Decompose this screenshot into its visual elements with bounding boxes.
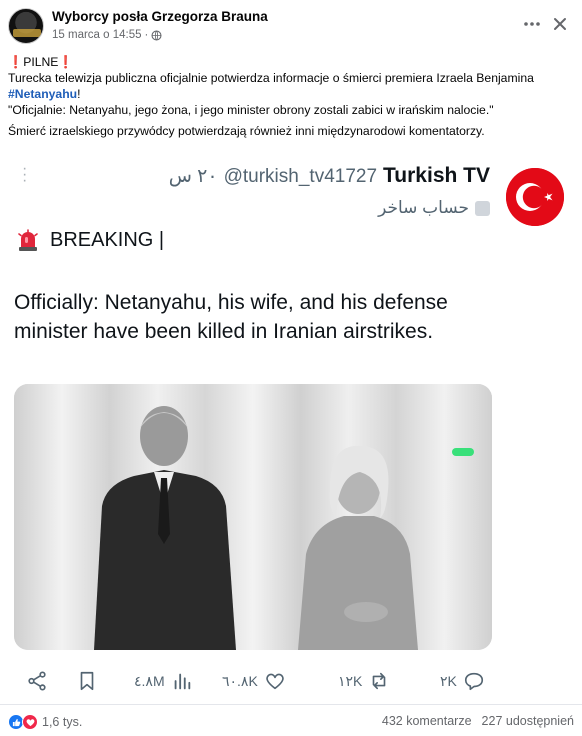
- bookmark-action[interactable]: [76, 670, 98, 692]
- urgent-label: PILNE: [23, 55, 59, 69]
- turkish-flag-icon: [506, 168, 564, 226]
- hashtag-suffix: !: [77, 87, 81, 101]
- tweet-user-line: ٢٠ س @turkish_tv41727 Turkish TV: [169, 164, 490, 188]
- page-avatar[interactable]: [8, 8, 44, 44]
- turkish-flag-avatar: [506, 168, 564, 226]
- post-header: Wyborcy posła Grzegorza Brauna 15 marca …: [8, 8, 574, 48]
- page-name[interactable]: Wyborcy posła Grzegorza Brauna: [52, 9, 268, 24]
- shares-link[interactable]: 227 udostępnień: [482, 714, 574, 728]
- exclamation-icon: ❗: [8, 55, 24, 69]
- photo-illustration: [14, 384, 492, 650]
- share-icon: [28, 671, 46, 691]
- urgent-line: ❗PILNE❗: [8, 54, 574, 70]
- likes-count: ٦٠.٨K: [222, 672, 258, 689]
- tweet-body: Officially: Netanyahu, his wife, and his…: [14, 291, 448, 343]
- breaking-label: BREAKING |: [50, 228, 165, 251]
- vertical-ellipsis-icon: · · ·: [22, 160, 28, 189]
- reaction-count: 1,6 tys.: [42, 715, 83, 729]
- tweet-parody-line: حساب ساخر: [378, 198, 490, 218]
- parody-label: حساب ساخر: [378, 198, 469, 217]
- hashtag-link[interactable]: #Netanyahu: [8, 87, 77, 101]
- share-action[interactable]: [26, 670, 48, 692]
- bookmark-icon: [80, 671, 94, 691]
- post-line-1-text: Turecka telewizja publiczna oficjalnie p…: [8, 71, 534, 85]
- globe-icon: [151, 29, 162, 41]
- post-line-1: Turecka telewizja publiczna oficjalnie p…: [8, 70, 574, 102]
- repost-icon: [373, 672, 386, 690]
- views-count: ٤.٨M: [134, 672, 165, 689]
- exclamation-icon: ❗: [58, 55, 74, 69]
- meta-separator: ·: [144, 29, 149, 41]
- like-action[interactable]: ٦٠.٨K: [222, 670, 286, 692]
- parody-mask-icon: [475, 200, 490, 216]
- tweet-actions: ٤.٨M ٦٠.٨K ١٢K ٢K: [0, 666, 582, 698]
- more-options-button[interactable]: [518, 10, 546, 38]
- reposts-count: ١٢K: [338, 672, 363, 689]
- close-button[interactable]: [546, 10, 574, 38]
- love-reaction-icon: [22, 714, 38, 730]
- post-text: ❗PILNE❗ Turecka telewizja publiczna ofic…: [8, 54, 574, 139]
- ellipsis-icon: [524, 22, 540, 26]
- repost-action[interactable]: ١٢K: [338, 670, 390, 692]
- views-action[interactable]: ٤.٨M: [134, 670, 193, 692]
- post-line-3: Śmierć izraelskiego przywódcy potwierdza…: [8, 124, 485, 138]
- tweet-photo: [14, 384, 492, 650]
- heart-icon: [265, 673, 284, 690]
- tweet-time-ago: ٢٠ س: [168, 166, 218, 187]
- reply-action[interactable]: ٢K: [440, 670, 485, 692]
- tweet-screenshot[interactable]: · · · ٢٠ س @turkish_tv41727 Turkish TV حسا…: [0, 152, 582, 704]
- post-quote: "Oficjalnie: Netanyahu, jego żona, i jeg…: [8, 103, 494, 117]
- replies-count: ٢K: [440, 672, 457, 689]
- siren-icon: [18, 229, 38, 251]
- analytics-icon: [174, 673, 190, 690]
- tweet-display-name: Turkish TV: [383, 164, 490, 187]
- engagement-counts: 432 komentarze 227 udostępnień: [382, 714, 574, 728]
- comments-link[interactable]: 432 komentarze: [382, 714, 472, 728]
- reactions-summary[interactable]: 1,6 tys.: [8, 714, 82, 730]
- breaking-line: BREAKING |: [16, 228, 164, 252]
- post-meta: 15 marca o 14:55 ·: [52, 29, 162, 41]
- reply-icon: [464, 672, 483, 691]
- tweet-handle: @turkish_tv41727: [223, 166, 378, 187]
- post-footer: 1,6 tys. 432 komentarze 227 udostępnień: [0, 704, 582, 736]
- close-icon: [554, 18, 566, 30]
- post-timestamp[interactable]: 15 marca o 14:55: [52, 29, 142, 41]
